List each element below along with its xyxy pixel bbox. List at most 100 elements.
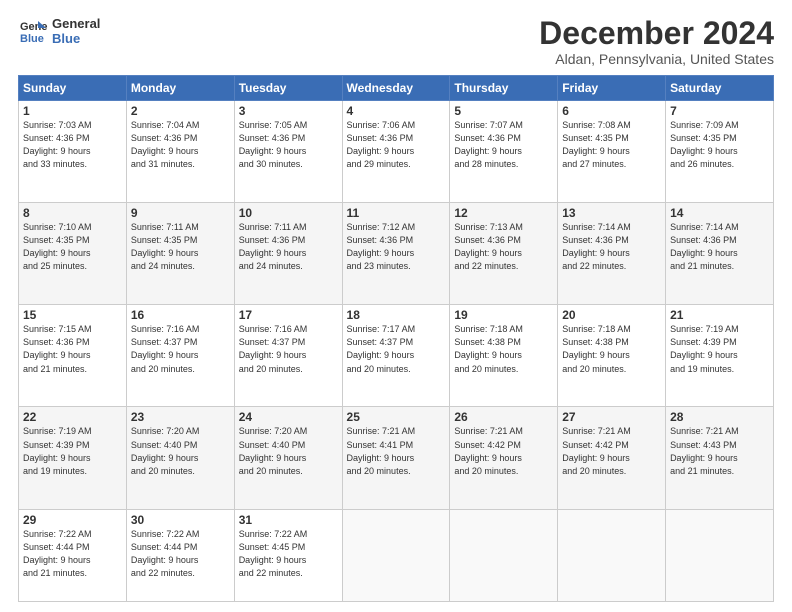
- table-row: 12Sunrise: 7:13 AM Sunset: 4:36 PM Dayli…: [450, 203, 558, 305]
- location: Aldan, Pennsylvania, United States: [539, 51, 774, 67]
- day-number: 28: [670, 410, 769, 424]
- day-info: Sunrise: 7:17 AM Sunset: 4:37 PM Dayligh…: [347, 323, 446, 375]
- day-number: 7: [670, 104, 769, 118]
- day-info: Sunrise: 7:03 AM Sunset: 4:36 PM Dayligh…: [23, 119, 122, 171]
- header: General Blue General Blue December 2024 …: [18, 16, 774, 67]
- day-info: Sunrise: 7:22 AM Sunset: 4:44 PM Dayligh…: [23, 528, 122, 580]
- day-number: 27: [562, 410, 661, 424]
- table-row: 7Sunrise: 7:09 AM Sunset: 4:35 PM Daylig…: [666, 101, 774, 203]
- day-number: 16: [131, 308, 230, 322]
- day-info: Sunrise: 7:14 AM Sunset: 4:36 PM Dayligh…: [562, 221, 661, 273]
- day-header: Sunday: [19, 76, 127, 101]
- table-row: 30Sunrise: 7:22 AM Sunset: 4:44 PM Dayli…: [126, 509, 234, 601]
- table-row: 21Sunrise: 7:19 AM Sunset: 4:39 PM Dayli…: [666, 305, 774, 407]
- day-number: 24: [239, 410, 338, 424]
- page: General Blue General Blue December 2024 …: [0, 0, 792, 612]
- day-header: Tuesday: [234, 76, 342, 101]
- table-row: 10Sunrise: 7:11 AM Sunset: 4:36 PM Dayli…: [234, 203, 342, 305]
- day-number: 17: [239, 308, 338, 322]
- day-info: Sunrise: 7:19 AM Sunset: 4:39 PM Dayligh…: [23, 425, 122, 477]
- day-number: 21: [670, 308, 769, 322]
- day-info: Sunrise: 7:04 AM Sunset: 4:36 PM Dayligh…: [131, 119, 230, 171]
- day-number: 12: [454, 206, 553, 220]
- table-row: 20Sunrise: 7:18 AM Sunset: 4:38 PM Dayli…: [558, 305, 666, 407]
- table-row: 19Sunrise: 7:18 AM Sunset: 4:38 PM Dayli…: [450, 305, 558, 407]
- day-info: Sunrise: 7:12 AM Sunset: 4:36 PM Dayligh…: [347, 221, 446, 273]
- day-number: 2: [131, 104, 230, 118]
- day-number: 6: [562, 104, 661, 118]
- day-info: Sunrise: 7:15 AM Sunset: 4:36 PM Dayligh…: [23, 323, 122, 375]
- day-number: 20: [562, 308, 661, 322]
- day-number: 14: [670, 206, 769, 220]
- logo-line1: General: [52, 16, 100, 31]
- day-number: 13: [562, 206, 661, 220]
- day-info: Sunrise: 7:07 AM Sunset: 4:36 PM Dayligh…: [454, 119, 553, 171]
- table-row: [450, 509, 558, 601]
- day-number: 15: [23, 308, 122, 322]
- table-row: 29Sunrise: 7:22 AM Sunset: 4:44 PM Dayli…: [19, 509, 127, 601]
- day-number: 29: [23, 513, 122, 527]
- day-info: Sunrise: 7:22 AM Sunset: 4:44 PM Dayligh…: [131, 528, 230, 580]
- table-row: 4Sunrise: 7:06 AM Sunset: 4:36 PM Daylig…: [342, 101, 450, 203]
- day-number: 9: [131, 206, 230, 220]
- table-row: 31Sunrise: 7:22 AM Sunset: 4:45 PM Dayli…: [234, 509, 342, 601]
- logo: General Blue General Blue: [18, 16, 100, 46]
- table-row: 22Sunrise: 7:19 AM Sunset: 4:39 PM Dayli…: [19, 407, 127, 509]
- table-row: 5Sunrise: 7:07 AM Sunset: 4:36 PM Daylig…: [450, 101, 558, 203]
- day-info: Sunrise: 7:11 AM Sunset: 4:35 PM Dayligh…: [131, 221, 230, 273]
- day-info: Sunrise: 7:16 AM Sunset: 4:37 PM Dayligh…: [131, 323, 230, 375]
- day-number: 1: [23, 104, 122, 118]
- day-info: Sunrise: 7:19 AM Sunset: 4:39 PM Dayligh…: [670, 323, 769, 375]
- table-row: [342, 509, 450, 601]
- logo-line2: Blue: [52, 31, 100, 46]
- day-number: 22: [23, 410, 122, 424]
- day-info: Sunrise: 7:21 AM Sunset: 4:43 PM Dayligh…: [670, 425, 769, 477]
- day-number: 11: [347, 206, 446, 220]
- day-info: Sunrise: 7:20 AM Sunset: 4:40 PM Dayligh…: [239, 425, 338, 477]
- day-info: Sunrise: 7:08 AM Sunset: 4:35 PM Dayligh…: [562, 119, 661, 171]
- table-row: 14Sunrise: 7:14 AM Sunset: 4:36 PM Dayli…: [666, 203, 774, 305]
- day-number: 26: [454, 410, 553, 424]
- day-number: 30: [131, 513, 230, 527]
- day-info: Sunrise: 7:20 AM Sunset: 4:40 PM Dayligh…: [131, 425, 230, 477]
- table-row: 23Sunrise: 7:20 AM Sunset: 4:40 PM Dayli…: [126, 407, 234, 509]
- table-row: 24Sunrise: 7:20 AM Sunset: 4:40 PM Dayli…: [234, 407, 342, 509]
- day-info: Sunrise: 7:05 AM Sunset: 4:36 PM Dayligh…: [239, 119, 338, 171]
- day-number: 18: [347, 308, 446, 322]
- day-header: Saturday: [666, 76, 774, 101]
- table-row: 2Sunrise: 7:04 AM Sunset: 4:36 PM Daylig…: [126, 101, 234, 203]
- calendar-table: SundayMondayTuesdayWednesdayThursdayFrid…: [18, 75, 774, 602]
- day-info: Sunrise: 7:22 AM Sunset: 4:45 PM Dayligh…: [239, 528, 338, 580]
- day-info: Sunrise: 7:18 AM Sunset: 4:38 PM Dayligh…: [454, 323, 553, 375]
- table-row: 11Sunrise: 7:12 AM Sunset: 4:36 PM Dayli…: [342, 203, 450, 305]
- table-row: 6Sunrise: 7:08 AM Sunset: 4:35 PM Daylig…: [558, 101, 666, 203]
- day-info: Sunrise: 7:21 AM Sunset: 4:42 PM Dayligh…: [454, 425, 553, 477]
- day-number: 5: [454, 104, 553, 118]
- table-row: 25Sunrise: 7:21 AM Sunset: 4:41 PM Dayli…: [342, 407, 450, 509]
- day-header: Thursday: [450, 76, 558, 101]
- day-info: Sunrise: 7:10 AM Sunset: 4:35 PM Dayligh…: [23, 221, 122, 273]
- table-row: 3Sunrise: 7:05 AM Sunset: 4:36 PM Daylig…: [234, 101, 342, 203]
- svg-text:Blue: Blue: [20, 33, 44, 45]
- day-info: Sunrise: 7:14 AM Sunset: 4:36 PM Dayligh…: [670, 221, 769, 273]
- table-row: [666, 509, 774, 601]
- title-area: December 2024 Aldan, Pennsylvania, Unite…: [539, 16, 774, 67]
- table-row: 28Sunrise: 7:21 AM Sunset: 4:43 PM Dayli…: [666, 407, 774, 509]
- day-info: Sunrise: 7:09 AM Sunset: 4:35 PM Dayligh…: [670, 119, 769, 171]
- day-info: Sunrise: 7:21 AM Sunset: 4:41 PM Dayligh…: [347, 425, 446, 477]
- day-info: Sunrise: 7:18 AM Sunset: 4:38 PM Dayligh…: [562, 323, 661, 375]
- day-info: Sunrise: 7:13 AM Sunset: 4:36 PM Dayligh…: [454, 221, 553, 273]
- logo-icon: General Blue: [18, 16, 48, 46]
- table-row: 27Sunrise: 7:21 AM Sunset: 4:42 PM Dayli…: [558, 407, 666, 509]
- day-info: Sunrise: 7:16 AM Sunset: 4:37 PM Dayligh…: [239, 323, 338, 375]
- table-row: 13Sunrise: 7:14 AM Sunset: 4:36 PM Dayli…: [558, 203, 666, 305]
- day-number: 19: [454, 308, 553, 322]
- table-row: 8Sunrise: 7:10 AM Sunset: 4:35 PM Daylig…: [19, 203, 127, 305]
- table-row: 9Sunrise: 7:11 AM Sunset: 4:35 PM Daylig…: [126, 203, 234, 305]
- day-header: Monday: [126, 76, 234, 101]
- day-header: Friday: [558, 76, 666, 101]
- table-row: 18Sunrise: 7:17 AM Sunset: 4:37 PM Dayli…: [342, 305, 450, 407]
- day-number: 31: [239, 513, 338, 527]
- day-number: 25: [347, 410, 446, 424]
- table-row: 15Sunrise: 7:15 AM Sunset: 4:36 PM Dayli…: [19, 305, 127, 407]
